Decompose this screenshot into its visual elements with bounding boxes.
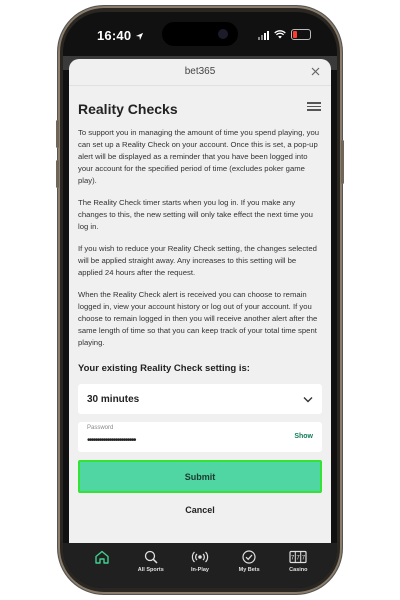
tab-home[interactable] — [80, 543, 124, 588]
phone-side-button — [341, 140, 344, 184]
chevron-down-icon — [303, 396, 313, 402]
status-icons — [258, 29, 311, 40]
svg-text:7: 7 — [302, 556, 306, 562]
tab-label: Casino — [289, 567, 308, 573]
battery-icon — [291, 29, 311, 40]
info-paragraph: When the Reality Check alert is received… — [78, 290, 318, 347]
tab-casino[interactable]: 777 Casino — [276, 543, 320, 588]
hamburger-menu-icon — [307, 102, 321, 111]
svg-text:7: 7 — [291, 556, 295, 562]
home-icon — [94, 550, 109, 564]
close-icon — [311, 67, 319, 75]
password-label: Password — [87, 425, 114, 431]
location-arrow-icon — [135, 32, 144, 41]
setting-label: Your existing Reality Check setting is: — [78, 363, 250, 374]
in-play-icon — [191, 551, 209, 563]
tab-label: My Bets — [238, 567, 260, 573]
info-paragraph: The Reality Check timer starts when you … — [78, 198, 313, 231]
search-icon — [144, 550, 158, 564]
tab-label: All Sports — [137, 567, 164, 573]
menu-button[interactable] — [307, 100, 321, 112]
wifi-icon — [274, 30, 286, 39]
phone-side-button — [56, 160, 59, 188]
phone-screen: 16:40 bet365 Reality Checks To support y… — [63, 12, 337, 588]
cancel-button[interactable]: Cancel — [78, 505, 322, 515]
cellular-signal-icon — [258, 30, 269, 40]
close-button[interactable] — [307, 63, 323, 79]
reality-checks-modal: bet365 Reality Checks To support you in … — [69, 59, 331, 543]
dynamic-island — [162, 22, 238, 46]
show-password-button[interactable]: Show — [294, 433, 313, 440]
tab-in-play[interactable]: In-Play — [178, 543, 222, 588]
status-time-text: 16:40 — [97, 28, 132, 43]
bottom-tab-bar: All Sports In-Play My Bets 777 Casino — [63, 543, 337, 588]
tab-all-sports[interactable]: All Sports — [129, 543, 173, 588]
modal-title: bet365 — [184, 66, 216, 77]
modal-header: bet365 — [69, 59, 331, 86]
my-bets-icon — [242, 550, 256, 564]
phone-side-button — [56, 120, 59, 148]
modal-content: Reality Checks To support you in managin… — [69, 101, 331, 515]
info-paragraph: If you wish to reduce your Reality Check… — [78, 244, 317, 277]
password-value: •••••••••••••••••••••••• — [87, 435, 137, 446]
status-bar: 16:40 — [63, 12, 337, 56]
reality-check-select[interactable]: 30 minutes — [78, 384, 322, 414]
select-value: 30 minutes — [87, 393, 140, 405]
page-title: Reality Checks — [78, 101, 178, 117]
tab-label: In-Play — [190, 567, 209, 573]
password-field[interactable]: Password •••••••••••••••••••••••• Show — [78, 422, 322, 452]
svg-text:7: 7 — [297, 556, 301, 562]
casino-icon: 777 — [289, 550, 307, 564]
tab-my-bets[interactable]: My Bets — [227, 543, 271, 588]
submit-button[interactable]: Submit — [78, 460, 322, 493]
status-time: 16:40 — [97, 28, 144, 43]
info-paragraph: To support you in managing the amount of… — [78, 128, 320, 185]
